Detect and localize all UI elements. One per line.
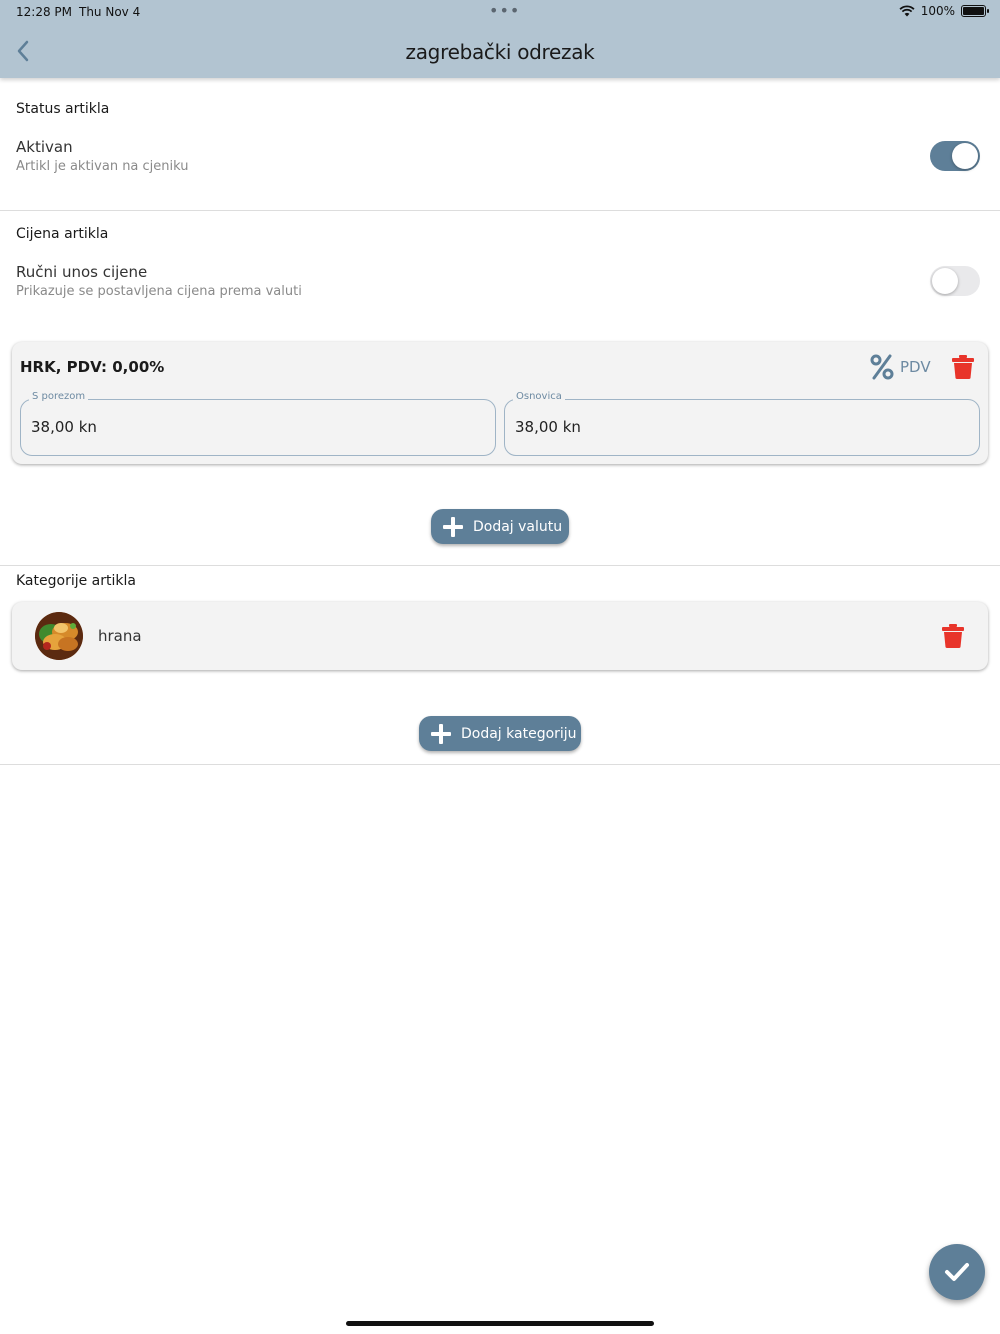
page-title: zagrebački odrezak: [405, 40, 595, 64]
section-title-categories: Kategorije artikla: [16, 573, 136, 589]
add-category-button[interactable]: Dodaj kategoriju: [419, 716, 581, 751]
manual-price-label: Ručni unos cijene: [16, 263, 148, 281]
currency-title: HRK, PDV: 0,00%: [20, 358, 165, 376]
confirm-button[interactable]: [929, 1244, 985, 1300]
pdv-button[interactable]: PDV: [870, 354, 931, 380]
active-sublabel: Artikl je aktivan na cjeniku: [16, 159, 189, 174]
status-indicators: 100%: [899, 4, 989, 18]
pdv-label: PDV: [900, 358, 931, 376]
wifi-icon: [899, 5, 915, 17]
status-time: 12:28 PM: [16, 5, 72, 19]
section-title-status: Status artikla: [16, 101, 110, 117]
home-indicator[interactable]: [346, 1321, 654, 1326]
trash-icon[interactable]: [952, 355, 974, 379]
price-with-tax-value[interactable]: 38,00 kn: [31, 418, 471, 436]
section-title-price: Cijena artikla: [16, 226, 109, 242]
currency-price-card: HRK, PDV: 0,00% PDV S porezom 38,00 kn O…: [12, 342, 988, 464]
base-price-label: Osnovica: [513, 391, 565, 402]
divider: [0, 565, 1000, 566]
navigation-header: 12:28 PM Thu Nov 4 ••• 100% zagrebački o…: [0, 0, 1000, 78]
plus-icon: [431, 723, 451, 744]
active-toggle[interactable]: [930, 141, 980, 171]
base-price-field[interactable]: Osnovica 38,00 kn: [504, 391, 980, 456]
price-with-tax-field[interactable]: S porezom 38,00 kn: [20, 391, 496, 456]
add-category-label: Dodaj kategoriju: [461, 725, 577, 742]
divider: [0, 764, 1000, 765]
manual-price-sublabel: Prikazuje se postavljena cijena prema va…: [16, 284, 302, 299]
base-price-value[interactable]: 38,00 kn: [515, 418, 955, 436]
battery-percent: 100%: [920, 4, 955, 18]
category-avatar: [35, 612, 83, 660]
status-date: Thu Nov 4: [79, 5, 141, 19]
price-with-tax-label: S porezom: [29, 391, 89, 402]
divider: [0, 210, 1000, 211]
manual-price-toggle[interactable]: [930, 266, 980, 296]
trash-icon[interactable]: [942, 624, 964, 648]
battery-icon: [961, 5, 989, 17]
category-name: hrana: [98, 627, 142, 645]
active-label: Aktivan: [16, 138, 73, 156]
add-currency-label: Dodaj valutu: [473, 518, 563, 535]
add-currency-button[interactable]: Dodaj valutu: [431, 509, 569, 544]
percent-icon: [870, 354, 894, 380]
multitasking-dots[interactable]: •••: [489, 1, 520, 20]
plus-icon: [443, 516, 463, 537]
check-icon: [945, 1263, 969, 1281]
category-item[interactable]: hrana: [12, 602, 988, 670]
